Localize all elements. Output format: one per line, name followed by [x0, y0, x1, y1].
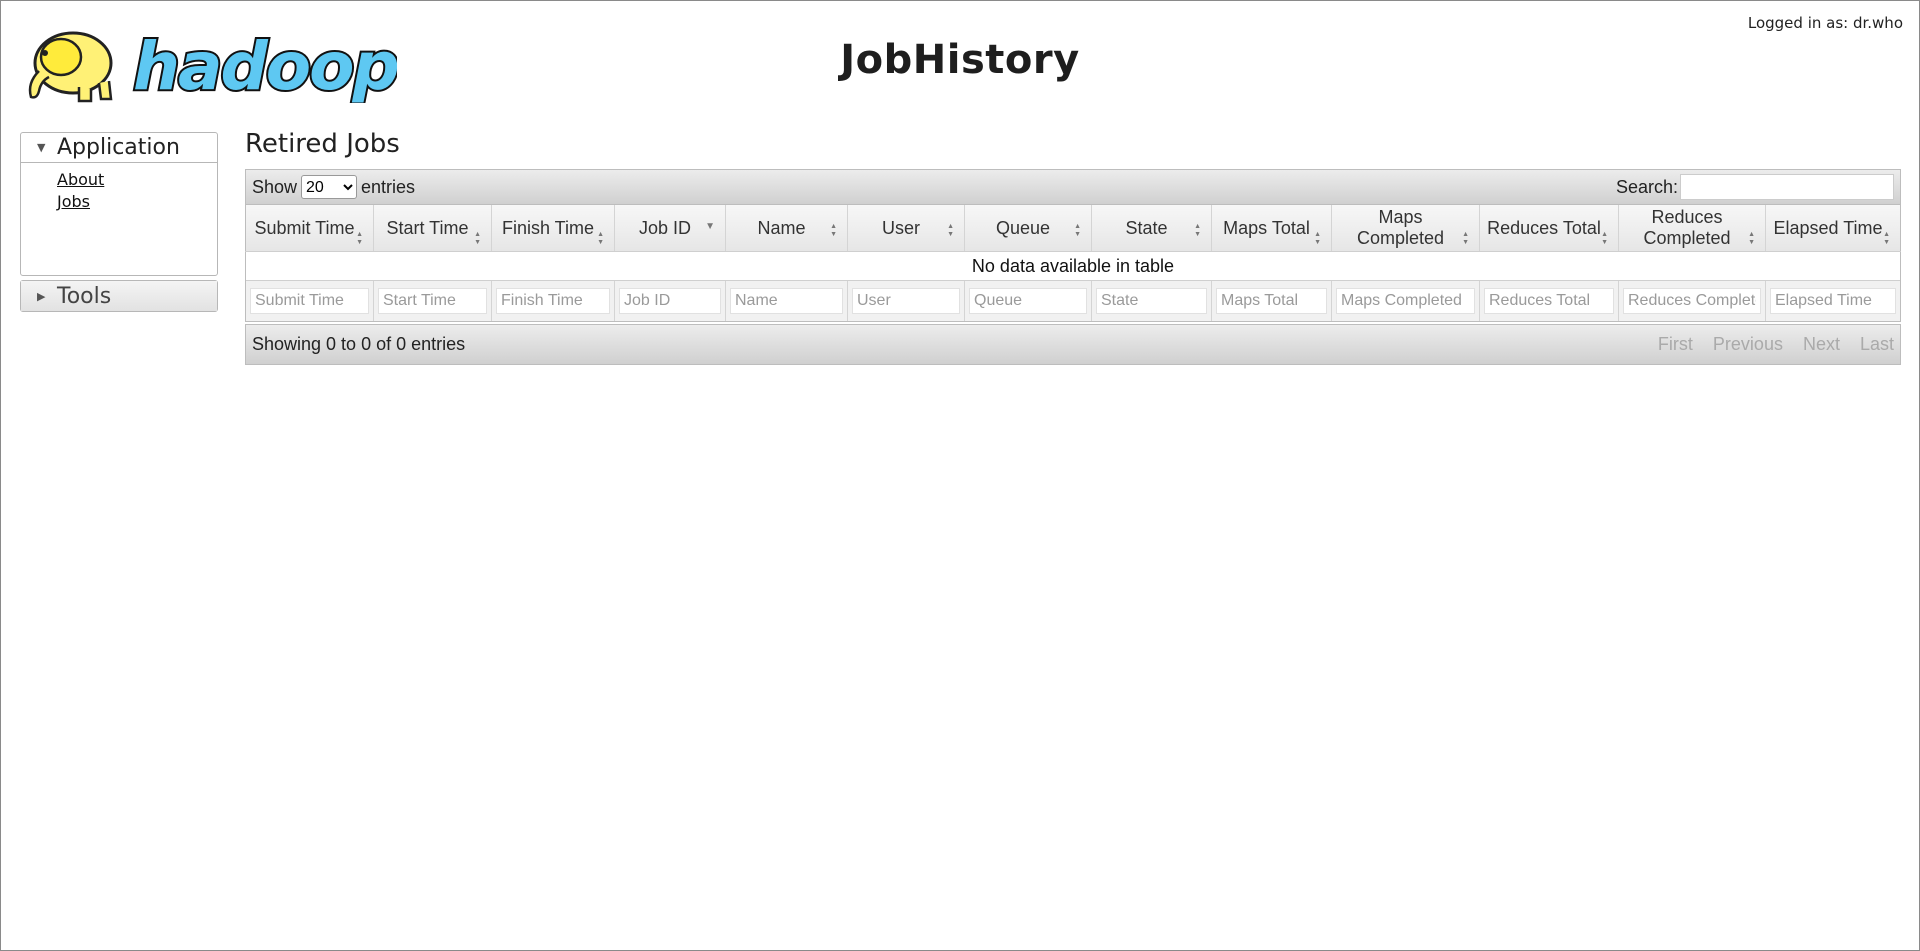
- column-header[interactable]: Name ▲ ▼: [725, 205, 848, 252]
- filter-cell: [1091, 280, 1212, 322]
- jobs-table: Submit Time ▲ ▼ Start Time ▲ ▼ Finish Time ▲ ▼ Jo…: [245, 205, 1901, 322]
- nav-section-tools: ▶ Tools: [20, 280, 218, 312]
- column-header-label: Elapsed Time: [1773, 217, 1883, 238]
- column-header-label: Maps Total: [1223, 217, 1310, 238]
- column-header-label: Job ID: [638, 217, 692, 238]
- column-header-label: State: [1125, 217, 1168, 238]
- sort-both-icon: ▲ ▼: [356, 231, 363, 246]
- empty-table-message: No data available in table: [245, 251, 1901, 281]
- column-filter-input[interactable]: [378, 288, 487, 314]
- column-filter-input[interactable]: [1623, 288, 1761, 314]
- column-header-label: Reduces Completed: [1643, 207, 1731, 248]
- sort-both-icon: ▲ ▼: [1601, 231, 1608, 246]
- page-title: JobHistory: [840, 37, 1080, 83]
- column-filter-input[interactable]: [1096, 288, 1207, 314]
- column-header[interactable]: Reduces Total ▲ ▼: [1479, 205, 1619, 252]
- column-header[interactable]: Queue ▲ ▼: [964, 205, 1092, 252]
- filter-cell: [491, 280, 615, 322]
- column-header-label: Finish Time: [501, 217, 595, 238]
- column-header[interactable]: User ▲ ▼: [847, 205, 965, 252]
- filter-cell: [245, 280, 374, 322]
- filter-cell: [1479, 280, 1619, 322]
- nav-section-application: ▼ Application About Jobs: [20, 132, 218, 276]
- column-filter-input[interactable]: [969, 288, 1087, 314]
- table-info: Showing 0 to 0 of 0 entries: [252, 334, 466, 354]
- column-header[interactable]: Finish Time ▲ ▼: [491, 205, 615, 252]
- main-content: Retired Jobs Show 20 entries Search: Sub…: [245, 125, 1901, 365]
- column-header-label: Queue: [995, 217, 1051, 238]
- filter-cell: [1331, 280, 1480, 322]
- column-filter-input[interactable]: [1216, 288, 1327, 314]
- pagination-last[interactable]: Last: [1860, 334, 1894, 355]
- column-filter-input[interactable]: [852, 288, 960, 314]
- sort-both-icon: ▲ ▼: [1314, 231, 1321, 246]
- nav-header-tools[interactable]: ▶ Tools: [21, 281, 217, 311]
- column-header[interactable]: Elapsed Time ▲ ▼: [1765, 205, 1901, 252]
- sort-both-icon: ▲ ▼: [597, 231, 604, 246]
- column-header[interactable]: Submit Time ▲ ▼: [245, 205, 374, 252]
- caret-right-icon: ▶: [37, 289, 46, 303]
- filter-cell: [373, 280, 492, 322]
- table-row: No data available in table: [245, 251, 1901, 281]
- column-header-label: Submit Time: [254, 217, 355, 238]
- column-header[interactable]: Maps Completed ▲ ▼: [1331, 205, 1480, 252]
- pagination-next[interactable]: Next: [1803, 334, 1840, 355]
- column-filter-input[interactable]: [496, 288, 610, 314]
- filter-cell: [614, 280, 726, 322]
- sort-both-icon: ▲ ▼: [1194, 223, 1201, 238]
- column-filter-input[interactable]: [1484, 288, 1614, 314]
- sort-both-icon: ▲ ▼: [474, 231, 481, 246]
- filter-cell: [964, 280, 1092, 322]
- search-label: Search:: [1615, 176, 1678, 197]
- nav-body-application: About Jobs: [21, 163, 217, 275]
- column-header-label: Reduces Total: [1487, 217, 1601, 238]
- sort-descending-icon: ▼: [705, 221, 715, 232]
- column-header-label: Maps Completed: [1356, 207, 1445, 248]
- filter-cell: [847, 280, 965, 322]
- filter-cell: [725, 280, 848, 322]
- column-header[interactable]: Maps Total ▲ ▼: [1211, 205, 1332, 252]
- sort-both-icon: ▲ ▼: [830, 223, 837, 238]
- length-prefix: Show: [252, 176, 298, 197]
- sort-both-icon: ▲ ▼: [1074, 223, 1081, 238]
- nav-link-about[interactable]: About: [57, 169, 217, 191]
- nav-header-label: Tools: [57, 283, 112, 309]
- nav-header-application[interactable]: ▼ Application: [21, 133, 217, 163]
- column-filter-input[interactable]: [730, 288, 843, 314]
- table-footer: Showing 0 to 0 of 0 entries First Previo…: [245, 324, 1901, 365]
- filter-cell: [1618, 280, 1766, 322]
- search-input[interactable]: [1680, 174, 1894, 200]
- column-filter-input[interactable]: [1770, 288, 1896, 314]
- column-header[interactable]: Reduces Completed ▲ ▼: [1618, 205, 1766, 252]
- login-info: Logged in as: dr.who: [1747, 14, 1903, 32]
- column-header[interactable]: Job ID ▼: [614, 205, 726, 252]
- column-header-label: User: [881, 217, 920, 238]
- sort-both-icon: ▲ ▼: [1462, 231, 1469, 246]
- sort-both-icon: ▲ ▼: [1883, 231, 1890, 246]
- pagination-first[interactable]: First: [1658, 334, 1693, 355]
- sort-both-icon: ▲ ▼: [1748, 231, 1755, 246]
- column-header[interactable]: Start Time ▲ ▼: [373, 205, 492, 252]
- filter-cell: [1211, 280, 1332, 322]
- caret-down-icon: ▼: [37, 141, 46, 154]
- length-suffix: entries: [361, 176, 416, 197]
- column-header-label: Start Time: [386, 217, 469, 238]
- column-header-label: Name: [757, 217, 806, 238]
- pagination-previous[interactable]: Previous: [1713, 334, 1783, 355]
- column-filter-input[interactable]: [250, 288, 369, 314]
- sort-both-icon: ▲ ▼: [947, 223, 954, 238]
- filter-cell: [1765, 280, 1901, 322]
- sidebar-nav: ▼ Application About Jobs ▶ Tools: [20, 132, 218, 316]
- table-header-row: Submit Time ▲ ▼ Start Time ▲ ▼ Finish Time ▲ ▼ Jo…: [245, 205, 1901, 252]
- column-header[interactable]: State ▲ ▼: [1091, 205, 1212, 252]
- nav-link-jobs[interactable]: Jobs: [57, 191, 217, 213]
- filter-row: [245, 280, 1901, 322]
- table-toolbar: Show 20 entries Search:: [245, 169, 1901, 205]
- section-title: Retired Jobs: [245, 129, 400, 159]
- column-filter-input[interactable]: [619, 288, 721, 314]
- entries-per-page-select[interactable]: 20: [301, 175, 358, 199]
- column-filter-input[interactable]: [1336, 288, 1475, 314]
- nav-header-label: Application: [57, 135, 180, 160]
